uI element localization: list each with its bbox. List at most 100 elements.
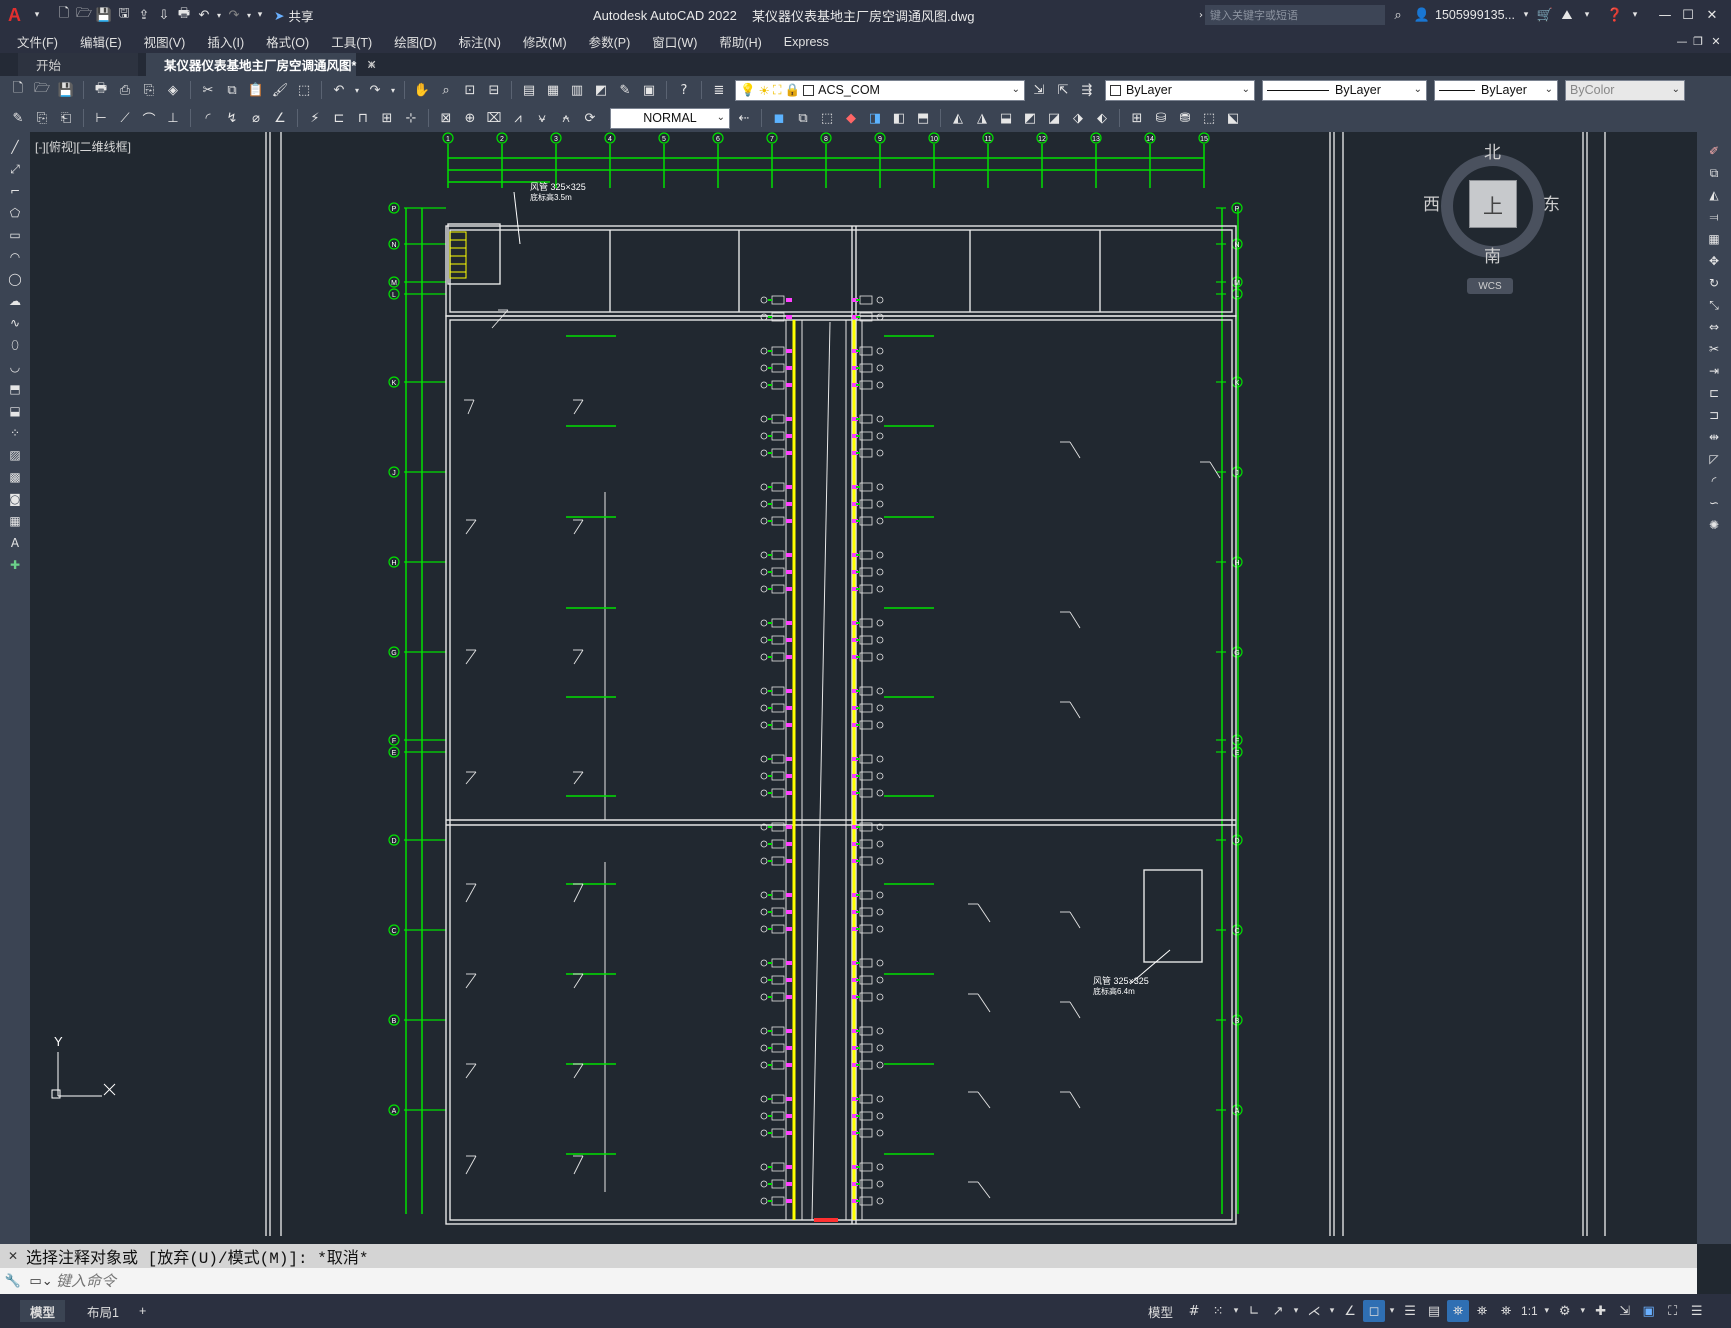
object-snap-dropdown-icon[interactable]: ▾	[1387, 1300, 1397, 1322]
annotation-visibility-icon[interactable]: ⛯	[1447, 1300, 1470, 1322]
ellipse-arc-icon[interactable]: ◡	[5, 358, 25, 376]
dim-style-icon[interactable]: ⇠	[734, 108, 754, 128]
annotation-scale-icon[interactable]: ⛯	[1495, 1300, 1517, 1322]
tb2-icon-2[interactable]: ⎘	[32, 108, 52, 128]
save-icon[interactable]: 💾	[94, 5, 114, 25]
workspace-icon[interactable]: ⚙	[1554, 1300, 1576, 1322]
tool-palettes-icon[interactable]: ▥	[567, 80, 587, 100]
dim-update-icon[interactable]: ⟳	[580, 108, 600, 128]
dim-radius-icon[interactable]: ◜	[198, 108, 218, 128]
redo-dropdown-icon[interactable]: ▾	[244, 5, 254, 25]
dim-angular-icon[interactable]: ∠	[270, 108, 290, 128]
close-window-icon[interactable]: ✕	[1702, 5, 1722, 25]
grid-icon[interactable]: #	[1183, 1300, 1205, 1322]
polyline-icon[interactable]: ⌐	[5, 182, 25, 200]
rectangle-icon[interactable]: ▭	[5, 226, 25, 244]
save-web-icon[interactable]: ⇩	[154, 5, 174, 25]
minimize-icon[interactable]: —	[1655, 5, 1675, 25]
customize-qat-icon[interactable]: ▾	[254, 5, 266, 25]
menu-edit[interactable]: 编辑(E)	[69, 32, 133, 51]
share-button[interactable]: ➤ 共享	[274, 6, 314, 25]
undo-dropdown-icon[interactable]: ▾	[214, 5, 224, 25]
open-file-icon[interactable]: 🗁	[74, 5, 94, 25]
zoom-window-icon[interactable]: ⊡	[460, 80, 480, 100]
polygon-icon[interactable]: ⬠	[5, 204, 25, 222]
menu-file[interactable]: 文件(F)	[6, 32, 69, 51]
tb2-3d-icon-8[interactable]: ◭	[948, 108, 968, 128]
object-snap-icon[interactable]: ◻	[1363, 1300, 1386, 1322]
cart-icon[interactable]: 🛒	[1535, 5, 1555, 25]
tb2-3d-icon-10[interactable]: ⬓	[996, 108, 1016, 128]
new-tab-button[interactable]: +	[356, 53, 387, 76]
menu-express[interactable]: Express	[773, 35, 840, 49]
plot-icon[interactable]: 🖶	[91, 80, 111, 100]
model-space-button[interactable]: 模型	[1148, 1302, 1173, 1321]
ellipse-icon[interactable]: ⬯	[5, 336, 25, 354]
tb2-3d-icon-4[interactable]: ◆	[841, 108, 861, 128]
dim-break-icon[interactable]: ⊹	[401, 108, 421, 128]
menu-window[interactable]: 窗口(W)	[641, 32, 708, 51]
tb2-3d-icon-18[interactable]: ⬚	[1199, 108, 1219, 128]
command-recent-icon[interactable]: ▭⌄	[26, 1271, 56, 1291]
command-close-icon[interactable]: ✕	[0, 1246, 26, 1266]
tab-start[interactable]: 开始	[18, 53, 138, 76]
auto-scale-icon[interactable]: ⛯	[1471, 1300, 1493, 1322]
dim-linear-icon[interactable]: ⊢	[91, 108, 111, 128]
table-icon[interactable]: ▦	[5, 512, 25, 530]
app-menu-button[interactable]: A	[8, 5, 32, 26]
snap-dropdown-icon[interactable]: ▾	[1231, 1300, 1241, 1322]
layer-properties-icon[interactable]: ≣	[709, 80, 729, 100]
tab-drawing[interactable]: 某仪器仪表基地主厂房空调通风图* ✕	[146, 53, 377, 76]
units-icon[interactable]: ⇲	[1614, 1300, 1636, 1322]
dim-arc-icon[interactable]: ⌒	[139, 108, 159, 128]
add-layout-button[interactable]: +	[129, 1300, 156, 1322]
calculator-icon[interactable]: ▣	[639, 80, 659, 100]
tb2-3d-icon-15[interactable]: ⊞	[1127, 108, 1147, 128]
object-snap-tracking-icon[interactable]: ∠	[1339, 1300, 1361, 1322]
tb2-icon-1[interactable]: ✎	[8, 108, 28, 128]
command-customize-icon[interactable]: 🔧	[0, 1271, 26, 1291]
annotation-scale-value[interactable]: 1:1	[1521, 1304, 1538, 1318]
search-icon[interactable]: ⌕	[1388, 5, 1408, 25]
tb2-3d-icon-17[interactable]: ⛃	[1175, 108, 1195, 128]
chamfer-icon[interactable]: ◸	[1704, 450, 1724, 468]
wcs-menu[interactable]: WCS	[1467, 278, 1513, 294]
menu-view[interactable]: 视图(V)	[133, 32, 197, 51]
dimstyle-dropdown[interactable]: NORMAL ⌄	[610, 107, 730, 129]
redo-tb-icon[interactable]: ↷	[365, 80, 385, 100]
dim-ordinate-icon[interactable]: ⊥	[163, 108, 183, 128]
help-icon[interactable]: ❓	[1605, 5, 1625, 25]
tb2-3d-icon-13[interactable]: ⬗	[1068, 108, 1088, 128]
mirror-icon[interactable]: ◭	[1704, 186, 1724, 204]
open-icon[interactable]: 🗁	[32, 80, 52, 100]
menu-format[interactable]: 格式(O)	[255, 32, 320, 51]
sheet-set-icon[interactable]: ◩	[591, 80, 611, 100]
qnew-icon[interactable]: 🗋	[8, 80, 28, 100]
mtext-icon[interactable]: A	[5, 534, 25, 552]
center-mark-icon[interactable]: ⊕	[460, 108, 480, 128]
undo-tb-dropdown-icon[interactable]: ▾	[353, 80, 361, 100]
polar-dropdown-icon[interactable]: ▾	[1291, 1300, 1301, 1322]
arc-icon[interactable]: ◠	[5, 248, 25, 266]
plotstyle-dropdown[interactable]: ByColor ⌄	[1565, 79, 1685, 101]
maximize-icon[interactable]: ☐	[1678, 5, 1698, 25]
cut-icon[interactable]: ✂	[198, 80, 218, 100]
quick-dim-icon[interactable]: ⚡	[305, 108, 325, 128]
match-properties-icon[interactable]: 🖌	[270, 80, 290, 100]
rotate-icon[interactable]: ↻	[1704, 274, 1724, 292]
paste-icon[interactable]: 📋	[246, 80, 266, 100]
tb2-3d-icon-5[interactable]: ◨	[865, 108, 885, 128]
lineweight-dropdown[interactable]: ByLayer ⌄	[1434, 79, 1558, 101]
quick-properties-icon[interactable]: ▣	[1638, 1300, 1660, 1322]
make-current-layer-icon[interactable]: ⇲	[1029, 80, 1049, 100]
preview-icon[interactable]: ⎙	[115, 80, 135, 100]
compass-east[interactable]: 东	[1543, 190, 1560, 215]
properties-icon[interactable]: ▤	[519, 80, 539, 100]
region-icon[interactable]: ◙	[5, 490, 25, 508]
drawing-canvas[interactable]: [-][俯视][二维线框] 1 2 3 4 5 6 7 8 9 10 11 12 13 14 15 PNML…	[30, 132, 1697, 1236]
search-input[interactable]: 键入关键字或短语	[1205, 5, 1385, 25]
transparency-icon[interactable]: ▤	[1423, 1300, 1445, 1322]
menu-parametric[interactable]: 参数(P)	[578, 32, 642, 51]
jogged-linear-icon[interactable]: ⩘	[508, 108, 528, 128]
menu-dimension[interactable]: 标注(N)	[448, 32, 512, 51]
